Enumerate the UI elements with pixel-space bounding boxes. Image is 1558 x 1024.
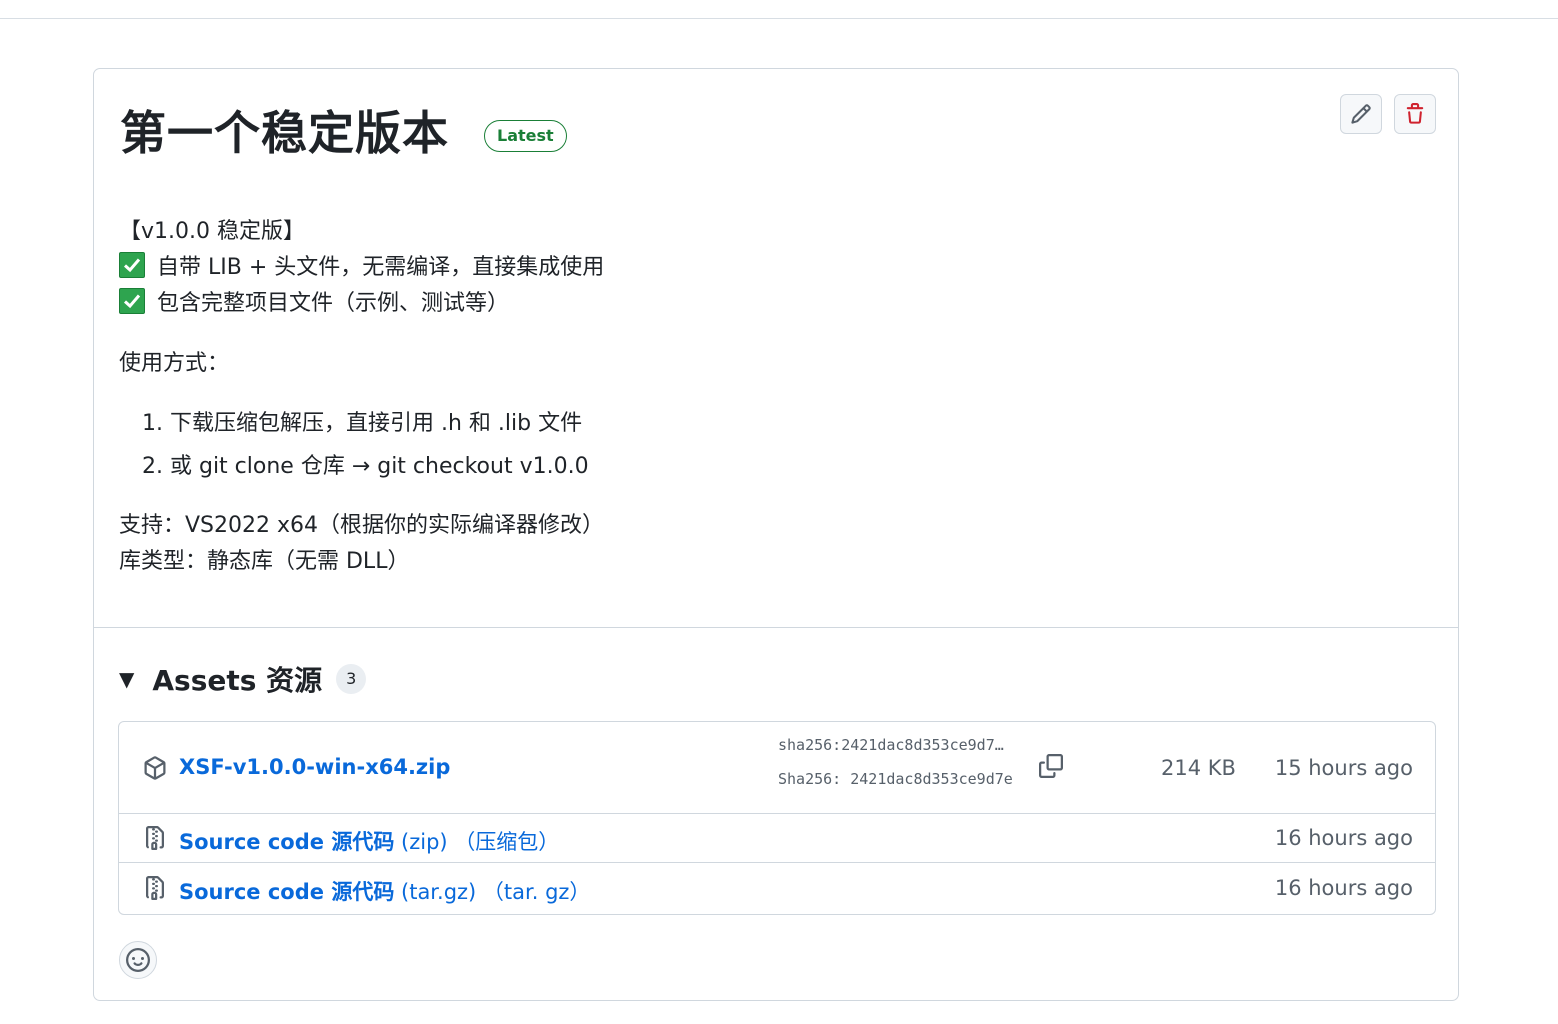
release-card: 第一个稳定版本 Latest 【v1.0.0 稳定版】 自带 LIB + 头文件…	[93, 68, 1459, 1001]
package-icon	[144, 756, 166, 780]
usage-heading: 使用方式：	[119, 351, 230, 376]
feature-text: 包含完整项目文件（示例、测试等）	[157, 291, 510, 316]
source-code-zip-link[interactable]: Source code 源代码 (zip) （压缩包）	[179, 826, 559, 856]
usage-step: 1. 下载压缩包解压，直接引用 .h 和 .lib 文件	[142, 411, 583, 436]
trash-icon	[1406, 103, 1424, 124]
feature-line: 包含完整项目文件（示例、测试等）	[119, 286, 509, 322]
lib-type-line: 库类型：静态库（无需 DLL）	[119, 549, 410, 574]
asset-time: 16 hours ago	[1274, 876, 1413, 900]
version-line: 【v1.0.0 稳定版】	[119, 219, 305, 244]
asset-ext: (tar.gz) （tar. gz）	[401, 880, 591, 904]
asset-name: XSF-v1.0.0-win-x64.zip	[179, 755, 451, 779]
caret-down-icon: ▼	[119, 667, 135, 691]
feature-line: 自带 LIB + 头文件，无需编译，直接集成使用	[119, 250, 604, 286]
assets-title: Assets 资源	[152, 664, 323, 697]
pencil-icon	[1351, 104, 1371, 124]
edit-release-button[interactable]	[1340, 94, 1382, 134]
smiley-icon	[126, 948, 150, 972]
assets-list: XSF-v1.0.0-win-x64.zip sha256:2421dac8d3…	[118, 721, 1436, 915]
assets-count-badge: 3	[336, 664, 367, 694]
delete-release-button[interactable]	[1394, 94, 1436, 134]
support-line: 支持：VS2022 x64（根据你的实际编译器修改）	[119, 513, 605, 538]
file-zip-icon	[146, 826, 164, 850]
section-divider	[94, 627, 1458, 628]
asset-size: 214 KB	[1161, 756, 1236, 780]
assets-toggle[interactable]: ▼ Assets 资源 3	[119, 659, 367, 699]
asset-time: 16 hours ago	[1274, 826, 1413, 850]
file-zip-icon	[146, 876, 164, 900]
add-reaction-button[interactable]	[119, 941, 157, 979]
asset-download-link[interactable]: XSF-v1.0.0-win-x64.zip	[179, 755, 450, 779]
usage-step: 2. 或 git clone 仓库 → git checkout v1.0.0	[142, 454, 589, 479]
asset-row: Source code 源代码 (zip) （压缩包） 16 hours ago	[119, 814, 1435, 863]
top-divider	[0, 18, 1558, 19]
latest-badge: Latest	[484, 120, 567, 152]
asset-row: XSF-v1.0.0-win-x64.zip sha256:2421dac8d3…	[119, 722, 1435, 814]
asset-name: Source code 源代码	[179, 880, 395, 904]
sha-digest: sha256:2421dac8d353ce9d7…	[778, 736, 1004, 754]
asset-ext: (zip) （压缩包）	[401, 830, 560, 854]
asset-time: 15 hours ago	[1274, 756, 1413, 780]
copy-icon[interactable]	[1039, 754, 1063, 778]
check-mark-icon	[119, 252, 145, 278]
feature-text: 自带 LIB + 头文件，无需编译，直接集成使用	[157, 255, 605, 280]
check-mark-icon	[119, 288, 145, 314]
asset-row: Source code 源代码 (tar.gz) （tar. gz） 16 ho…	[119, 863, 1435, 914]
release-title: 第一个稳定版本	[120, 106, 449, 160]
sha-digest-tooltip: Sha256: 2421dac8d353ce9d7e	[778, 770, 1013, 788]
source-code-tar-link[interactable]: Source code 源代码 (tar.gz) （tar. gz）	[179, 876, 590, 906]
asset-name: Source code 源代码	[179, 830, 395, 854]
